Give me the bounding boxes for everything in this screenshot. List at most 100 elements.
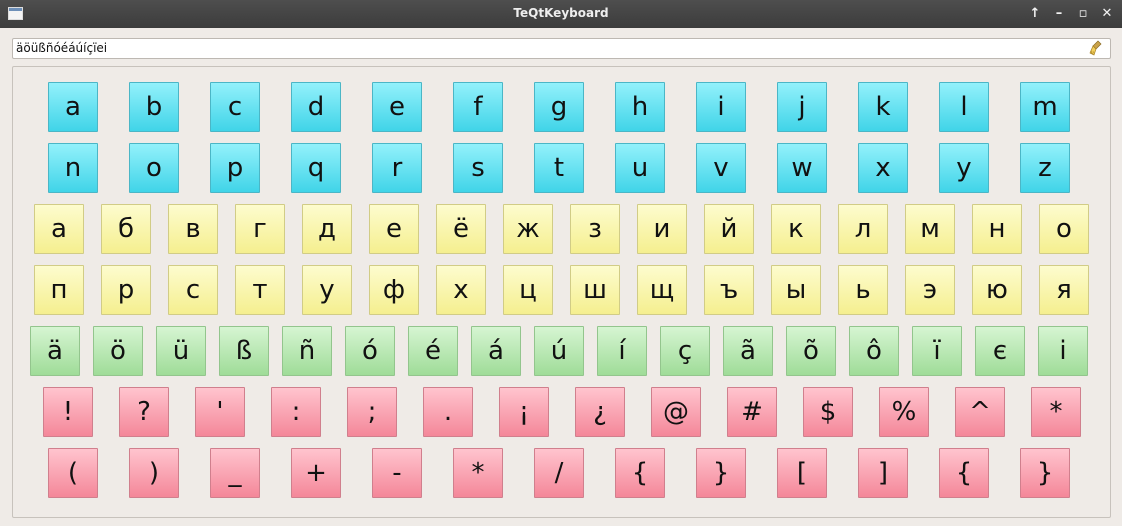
key-button[interactable]: é [408,326,458,376]
key-button[interactable]: ¿ [575,387,625,437]
key-button[interactable]: а [34,204,84,254]
key-button[interactable]: + [291,448,341,498]
key-button[interactable]: q [291,143,341,193]
key-button[interactable]: o [129,143,179,193]
key-button[interactable]: f [453,82,503,132]
key-button[interactable]: ] [858,448,908,498]
key-button[interactable]: y [939,143,989,193]
key-button[interactable]: } [696,448,746,498]
key-button[interactable]: á [471,326,521,376]
key-button[interactable]: ( [48,448,98,498]
key-button[interactable]: ц [503,265,553,315]
key-button[interactable]: : [271,387,321,437]
key-button[interactable]: / [534,448,584,498]
key-button[interactable]: p [210,143,260,193]
key-button[interactable]: є [975,326,1025,376]
key-button[interactable]: и [637,204,687,254]
key-button[interactable]: х [436,265,486,315]
key-button[interactable]: м [905,204,955,254]
key-button[interactable]: р [101,265,151,315]
clear-broom-icon[interactable] [1089,40,1105,57]
key-button[interactable]: * [1031,387,1081,437]
key-button[interactable]: у [302,265,352,315]
key-button[interactable]: ! [43,387,93,437]
key-button[interactable]: h [615,82,665,132]
key-button[interactable]: j [777,82,827,132]
key-button[interactable]: _ [210,448,260,498]
key-button[interactable]: г [235,204,285,254]
key-button[interactable]: r [372,143,422,193]
key-button[interactable]: i [696,82,746,132]
key-button[interactable]: ? [119,387,169,437]
key-button[interactable]: п [34,265,84,315]
key-button[interactable]: в [168,204,218,254]
key-button[interactable]: õ [786,326,836,376]
key-button[interactable]: з [570,204,620,254]
key-button[interactable]: ж [503,204,553,254]
key-button[interactable]: ; [347,387,397,437]
key-button[interactable]: ó [345,326,395,376]
key-button[interactable]: э [905,265,955,315]
key-button[interactable]: d [291,82,341,132]
key-button[interactable]: щ [637,265,687,315]
maximize-button[interactable]: ▫ [1074,5,1092,23]
key-button[interactable]: ô [849,326,899,376]
key-button[interactable]: k [858,82,908,132]
key-button[interactable]: ö [93,326,143,376]
key-button[interactable]: { [615,448,665,498]
key-button[interactable]: t [534,143,584,193]
key-button[interactable]: } [1020,448,1070,498]
key-button[interactable]: с [168,265,218,315]
key-button[interactable]: u [615,143,665,193]
key-button[interactable]: ' [195,387,245,437]
key-button[interactable]: # [727,387,777,437]
text-input[interactable]: äöüßñóéáúíçïeі [12,38,1111,59]
key-button[interactable]: . [423,387,473,437]
key-button[interactable]: z [1020,143,1070,193]
keep-above-button[interactable]: ↑ [1026,5,1044,23]
key-button[interactable]: v [696,143,746,193]
key-button[interactable]: д [302,204,352,254]
key-button[interactable]: ú [534,326,584,376]
key-button[interactable]: т [235,265,285,315]
key-button[interactable]: í [597,326,647,376]
key-button[interactable]: ä [30,326,80,376]
key-button[interactable]: л [838,204,888,254]
key-button[interactable]: - [372,448,422,498]
key-button[interactable]: x [858,143,908,193]
key-button[interactable]: б [101,204,151,254]
key-button[interactable]: @ [651,387,701,437]
key-button[interactable]: c [210,82,260,132]
key-button[interactable]: ї [912,326,962,376]
key-button[interactable]: g [534,82,584,132]
key-button[interactable]: ы [771,265,821,315]
key-button[interactable]: і [1038,326,1088,376]
key-button[interactable]: ё [436,204,486,254]
key-button[interactable]: ш [570,265,620,315]
key-button[interactable]: b [129,82,179,132]
key-button[interactable]: й [704,204,754,254]
key-button[interactable]: ) [129,448,179,498]
key-button[interactable]: ь [838,265,888,315]
minimize-button[interactable]: – [1050,5,1068,23]
key-button[interactable]: m [1020,82,1070,132]
key-button[interactable]: * [453,448,503,498]
close-button[interactable]: ✕ [1098,5,1116,23]
key-button[interactable]: $ [803,387,853,437]
key-button[interactable]: w [777,143,827,193]
key-button[interactable]: ъ [704,265,754,315]
key-button[interactable]: ¡ [499,387,549,437]
key-button[interactable]: н [972,204,1022,254]
key-button[interactable]: о [1039,204,1089,254]
key-button[interactable]: l [939,82,989,132]
key-button[interactable]: n [48,143,98,193]
key-button[interactable]: ã [723,326,773,376]
key-button[interactable]: ^ [955,387,1005,437]
key-button[interactable]: е [369,204,419,254]
key-button[interactable]: ю [972,265,1022,315]
key-button[interactable]: ñ [282,326,332,376]
key-button[interactable]: ß [219,326,269,376]
key-button[interactable]: к [771,204,821,254]
key-button[interactable]: { [939,448,989,498]
key-button[interactable]: ç [660,326,710,376]
